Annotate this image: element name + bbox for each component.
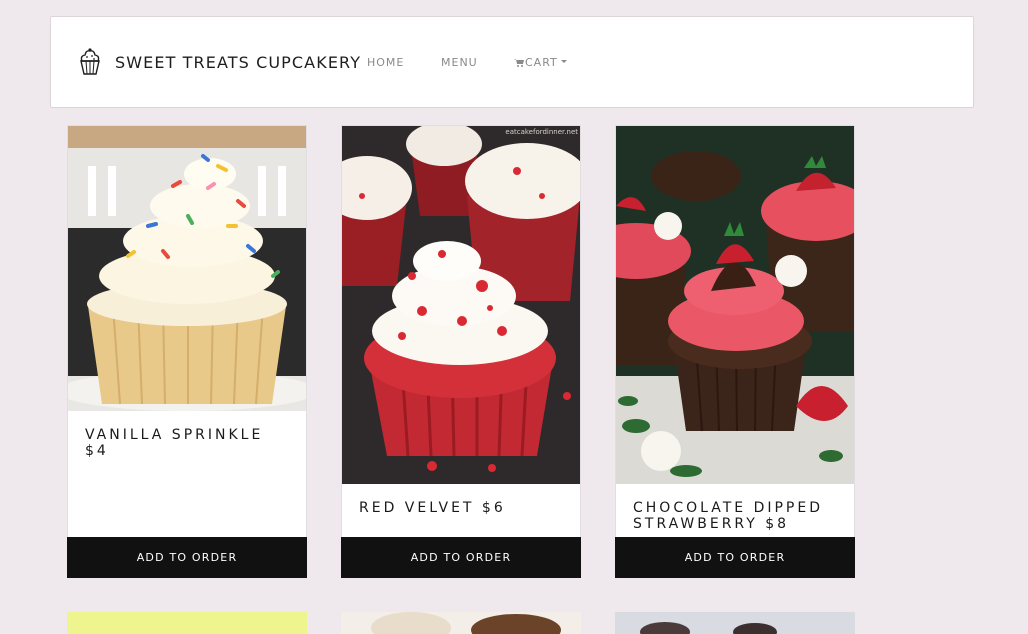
product-card-peek xyxy=(67,612,307,634)
product-title: CHOCOLATE DIPPED STRAWBERRY $8 xyxy=(633,500,823,532)
chevron-down-icon xyxy=(560,59,567,63)
brand-name: SWEET TREATS CUPCAKERY xyxy=(115,52,362,72)
add-to-order-button[interactable]: ADD TO ORDER xyxy=(67,537,307,578)
product-card-peek xyxy=(341,612,581,634)
nav-home-link[interactable]: HOME xyxy=(367,56,404,69)
cupcake-logo-icon xyxy=(80,48,100,75)
cart-icon xyxy=(514,59,524,67)
product-card-chocolate-strawberry: CHOCOLATE DIPPED STRAWBERRY $8 ADD TO OR… xyxy=(615,125,855,578)
nav-cart-dropdown[interactable]: CART xyxy=(514,56,567,69)
product-title: VANILLA SPRINKLE $4 xyxy=(85,427,264,459)
product-image-red-velvet: eatcakefordinner.net xyxy=(342,126,580,484)
add-to-order-button[interactable]: ADD TO ORDER xyxy=(615,537,855,578)
nav-menu-link[interactable]: MENU xyxy=(441,56,478,69)
product-card-vanilla: VANILLA SPRINKLE $4 ADD TO ORDER xyxy=(67,125,307,578)
product-image-vanilla xyxy=(68,126,306,411)
product-title: RED VELVET $6 xyxy=(359,500,506,516)
brand[interactable]: SWEET TREATS CUPCAKERY xyxy=(75,47,361,77)
product-image-chocolate-strawberry xyxy=(616,126,854,484)
image-watermark: eatcakefordinner.net xyxy=(505,128,578,136)
add-to-order-button[interactable]: ADD TO ORDER xyxy=(341,537,581,578)
product-card-peek xyxy=(615,612,855,634)
navbar: SWEET TREATS CUPCAKERY HOME MENU CART xyxy=(50,16,974,108)
product-card-red-velvet: eatcakefordinner.net RED VELVET $6 ADD T… xyxy=(341,125,581,578)
nav-cart-label: CART xyxy=(525,56,558,69)
